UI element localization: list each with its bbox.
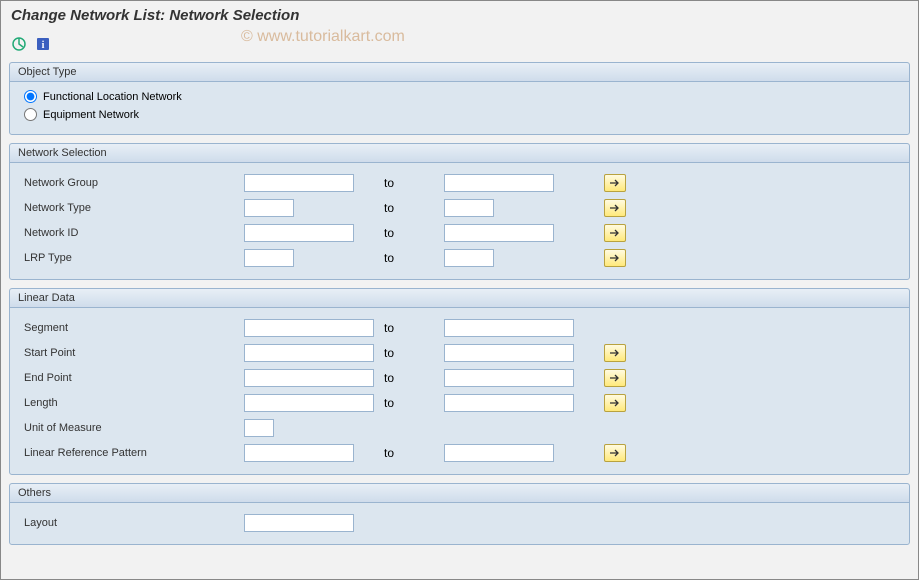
to-label: to: [384, 321, 394, 335]
to-label: to: [384, 201, 394, 215]
label-linear-ref-pattern: Linear Reference Pattern: [24, 447, 244, 459]
group-header-object-type: Object Type: [10, 63, 909, 82]
execute-icon[interactable]: [9, 34, 29, 54]
input-linear-ref-pattern-to[interactable]: [444, 444, 554, 462]
input-start-point-to[interactable]: [444, 344, 574, 362]
input-end-point-from[interactable]: [244, 369, 374, 387]
to-label: to: [384, 251, 394, 265]
svg-text:i: i: [42, 40, 45, 51]
label-segment: Segment: [24, 322, 244, 334]
multi-select-network-id[interactable]: [604, 224, 626, 242]
page-title: Change Network List: Network Selection: [1, 1, 918, 30]
multi-select-length[interactable]: [604, 394, 626, 412]
input-segment-to[interactable]: [444, 319, 574, 337]
multi-select-network-group[interactable]: [604, 174, 626, 192]
radio-functional-location[interactable]: [24, 90, 37, 103]
label-network-id: Network ID: [24, 227, 244, 239]
group-object-type: Object Type Functional Location Network …: [9, 62, 910, 135]
group-header-linear-data: Linear Data: [10, 289, 909, 308]
input-start-point-from[interactable]: [244, 344, 374, 362]
to-label: to: [384, 176, 394, 190]
input-network-type-from[interactable]: [244, 199, 294, 217]
info-icon[interactable]: i: [33, 34, 53, 54]
input-layout[interactable]: [244, 514, 354, 532]
multi-select-start-point[interactable]: [604, 344, 626, 362]
input-unit-of-measure[interactable]: [244, 419, 274, 437]
multi-select-lrp-type[interactable]: [604, 249, 626, 267]
group-header-others: Others: [10, 484, 909, 503]
group-header-network-selection: Network Selection: [10, 144, 909, 163]
toolbar: i © www.tutorialkart.com: [1, 30, 918, 62]
input-network-group-from[interactable]: [244, 174, 354, 192]
input-end-point-to[interactable]: [444, 369, 574, 387]
input-network-type-to[interactable]: [444, 199, 494, 217]
group-linear-data: Linear Data Segment to Start Point to En…: [9, 288, 910, 475]
label-length: Length: [24, 397, 244, 409]
to-label: to: [384, 446, 394, 460]
radio-equipment[interactable]: [24, 108, 37, 121]
label-network-group: Network Group: [24, 177, 244, 189]
input-length-from[interactable]: [244, 394, 374, 412]
to-label: to: [384, 226, 394, 240]
multi-select-linear-ref-pattern[interactable]: [604, 444, 626, 462]
label-end-point: End Point: [24, 372, 244, 384]
content-area: Object Type Functional Location Network …: [1, 62, 918, 561]
multi-select-network-type[interactable]: [604, 199, 626, 217]
watermark: © www.tutorialkart.com: [241, 28, 405, 46]
input-network-id-from[interactable]: [244, 224, 354, 242]
group-network-selection: Network Selection Network Group to Netwo…: [9, 143, 910, 280]
app-window: Change Network List: Network Selection i…: [0, 0, 919, 580]
group-others: Others Layout: [9, 483, 910, 545]
to-label: to: [384, 396, 394, 410]
to-label: to: [384, 371, 394, 385]
to-label: to: [384, 346, 394, 360]
label-unit-of-measure: Unit of Measure: [24, 422, 244, 434]
radio-label-equipment: Equipment Network: [43, 109, 139, 121]
input-network-group-to[interactable]: [444, 174, 554, 192]
input-lrp-type-to[interactable]: [444, 249, 494, 267]
input-linear-ref-pattern-from[interactable]: [244, 444, 354, 462]
label-lrp-type: LRP Type: [24, 252, 244, 264]
input-network-id-to[interactable]: [444, 224, 554, 242]
radio-label-func-loc: Functional Location Network: [43, 91, 182, 103]
multi-select-end-point[interactable]: [604, 369, 626, 387]
label-network-type: Network Type: [24, 202, 244, 214]
input-lrp-type-from[interactable]: [244, 249, 294, 267]
input-length-to[interactable]: [444, 394, 574, 412]
input-segment-from[interactable]: [244, 319, 374, 337]
label-start-point: Start Point: [24, 347, 244, 359]
label-layout: Layout: [24, 517, 244, 529]
